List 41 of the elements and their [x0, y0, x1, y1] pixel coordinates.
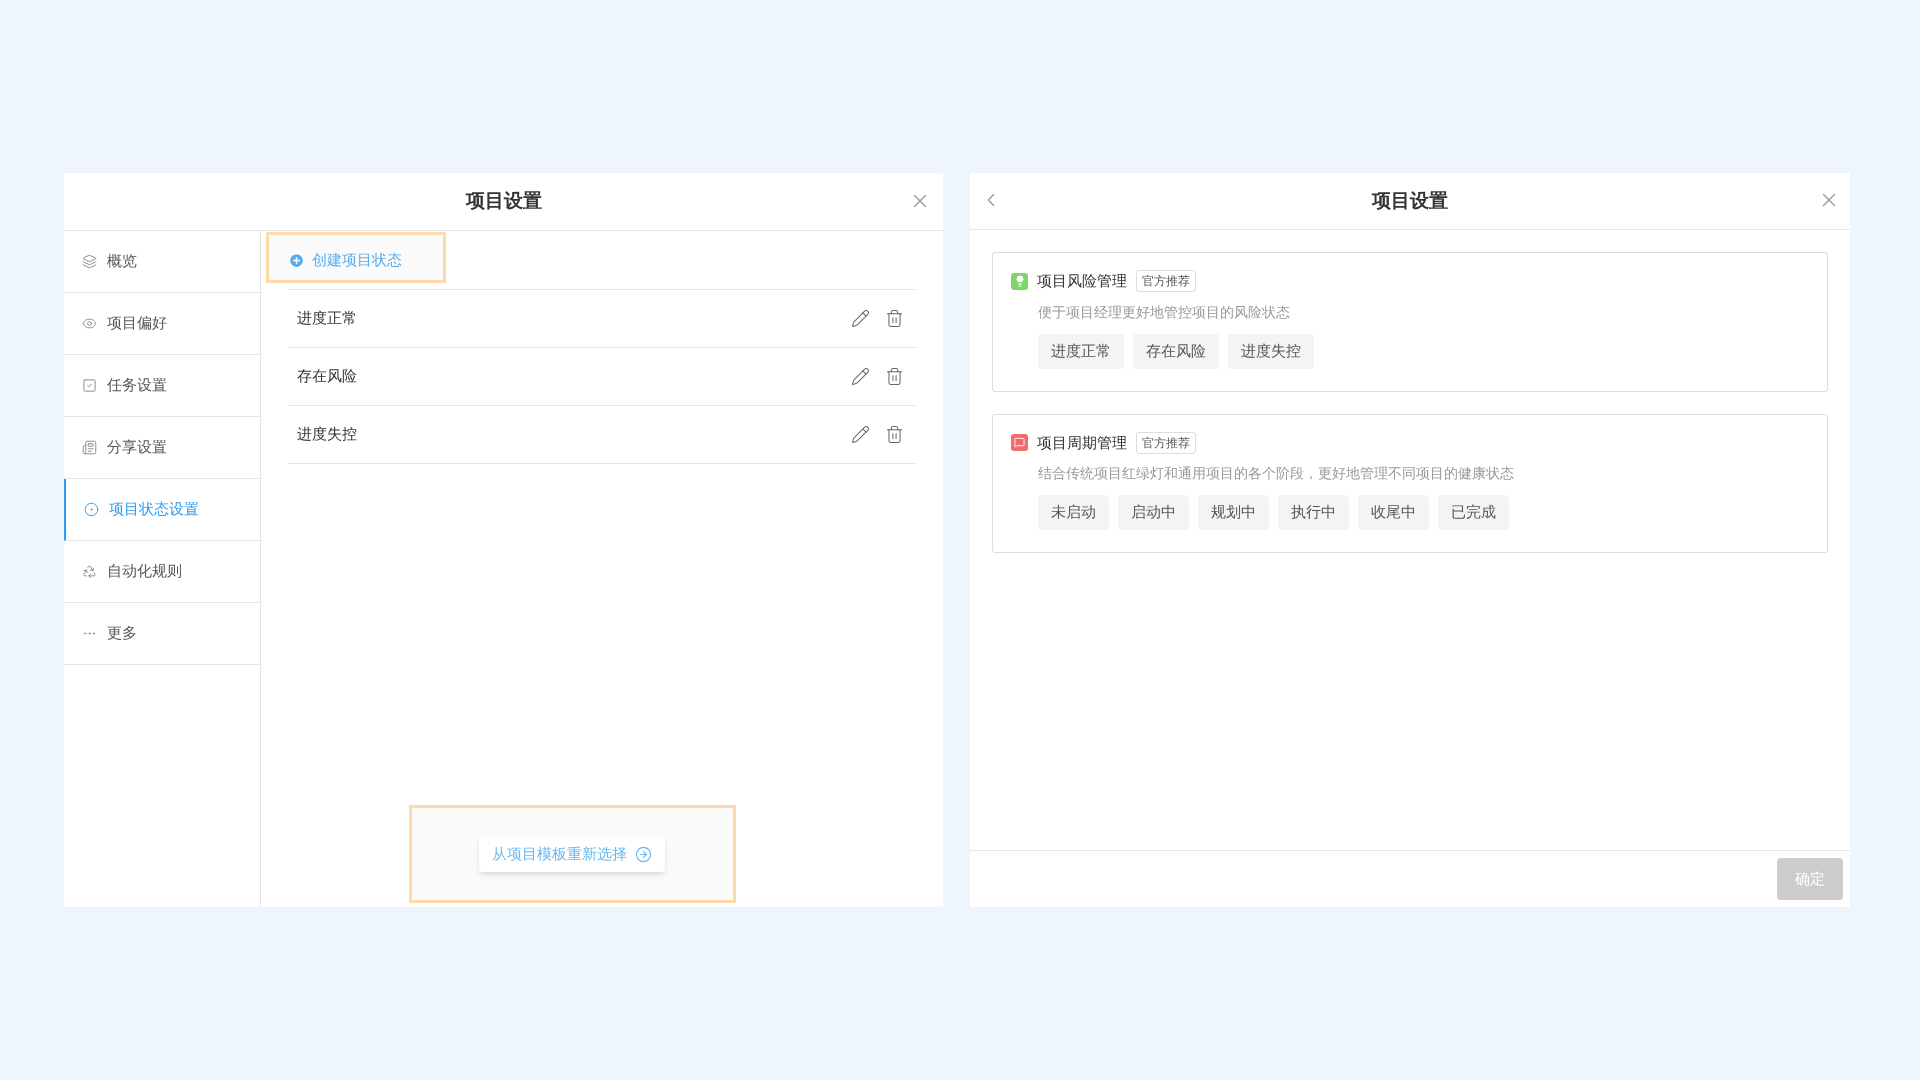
status-tag: 未启动: [1038, 495, 1109, 530]
status-tag: 收尾中: [1358, 495, 1429, 530]
dialog-title: 项目设置: [1372, 188, 1448, 213]
sidebar-item[interactable]: 任务设置: [64, 355, 260, 417]
status-tag: 存在风险: [1133, 333, 1219, 369]
edit-icon[interactable]: [851, 309, 870, 328]
template-description: 结合传统项目红绿灯和通用项目的各个阶段，更好地管理不同项目的健康状态: [1038, 464, 1515, 483]
template-title: 项目风险管理: [1037, 271, 1127, 291]
status-tag: 启动中: [1118, 495, 1189, 530]
layers-icon: [82, 254, 97, 269]
status-tag: 规划中: [1198, 495, 1269, 530]
sidebar-item[interactable]: 分享设置: [64, 417, 260, 479]
status-tag: 进度失控: [1228, 333, 1314, 369]
trash-icon[interactable]: [885, 425, 904, 444]
newspaper-icon: [82, 440, 97, 455]
arrow-right-icon: [635, 845, 652, 863]
template-title: 项目周期管理: [1037, 432, 1127, 453]
status-tag: 执行中: [1278, 495, 1349, 530]
template-card[interactable]: 项目周期管理 官方推荐 结合传统项目红绿灯和通用项目的各个阶段，更好地管理不同项目的健康状态 未启动 启动中 规划中 执行中 收尾中 已完成: [992, 413, 1828, 553]
edit-icon[interactable]: [851, 425, 870, 444]
status-name: 进度正常: [297, 308, 358, 329]
sidebar-item[interactable]: 更多: [64, 603, 260, 665]
target-icon: [84, 502, 99, 517]
status-tag: 已完成: [1438, 495, 1509, 530]
trash-icon[interactable]: [885, 367, 904, 386]
template-card[interactable]: 项目风险管理 官方推荐 便于项目经理更好地管控项目的风险状态 进度正常 存在风险 进度失控: [992, 252, 1828, 392]
template-description: 便于项目经理更好地管控项目的风险状态: [1038, 302, 1291, 322]
checkbox-icon: [82, 378, 97, 393]
status-tag: 进度正常: [1038, 333, 1124, 369]
dialog-title: 项目设置: [465, 189, 542, 214]
sidebar-item[interactable]: 项目偏好: [64, 293, 260, 355]
recycle-icon: [82, 564, 97, 579]
sidebar-item[interactable]: 自动化规则: [64, 541, 260, 603]
trash-icon[interactable]: [885, 309, 904, 328]
recommended-badge: 官方推荐: [1136, 431, 1196, 454]
edit-icon[interactable]: [851, 367, 870, 386]
eye-icon: [82, 316, 97, 331]
status-name: 存在风险: [297, 366, 358, 387]
recommended-badge: 官方推荐: [1136, 270, 1196, 293]
sidebar-item[interactable]: 概览: [64, 231, 260, 293]
status-name: 进度失控: [297, 424, 358, 445]
